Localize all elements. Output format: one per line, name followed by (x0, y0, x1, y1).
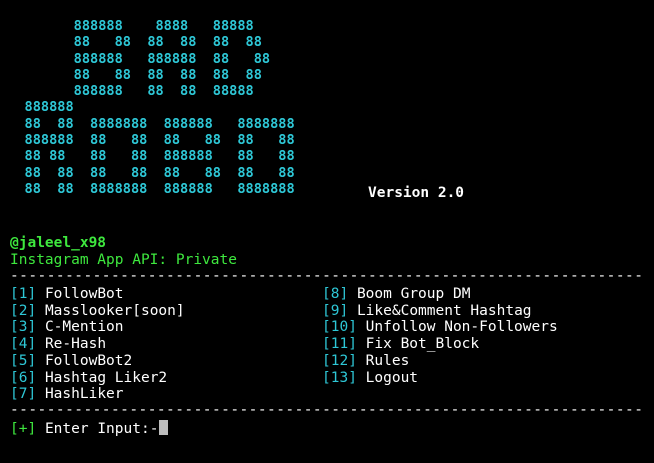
banner-line: 88 88 8888888 888888 8888888 (0, 180, 295, 197)
menu-item-label: Like&Comment Hashtag (356, 302, 532, 319)
menu-item-label: Re-Hash (44, 336, 107, 353)
menu-item-re-hash: [4] Re-Hash (10, 336, 185, 353)
banner-line: 888888 888888 88 88 (0, 50, 271, 67)
menu-item-number: [4] (10, 336, 37, 353)
api-id-label: Instagram App API: Private (10, 252, 237, 268)
banner-line: 88 88 88 88 888888 88 88 (0, 148, 295, 165)
menu-item-followbot: [1] FollowBot (10, 286, 185, 303)
menu-item-label: FollowBot2 (44, 352, 133, 369)
terminal-window: 888888 8888 88888 88 88 88 88 88 88 8888… (0, 0, 654, 463)
menu-item-number: [8] (322, 286, 349, 302)
menu-item-number: [5] (10, 352, 37, 369)
banner-line: 888888 88 88 88888 (0, 83, 254, 100)
author-handle: @jaleel_x98 (10, 235, 107, 251)
menu-column-right: [8] Boom Group DM [9] Like&Comment Hasht… (322, 286, 558, 386)
menu-item-number: [12] (322, 352, 357, 369)
menu-item-number: [13] (322, 369, 357, 386)
version-label: Version 2.0 (368, 185, 465, 201)
banner-line: 888888 (0, 99, 74, 116)
menu-item-label: Hashtag Liker2 (44, 369, 168, 386)
ascii-banner: 888888 8888 88888 88 88 88 88 88 88 8888… (0, 18, 295, 197)
text-cursor[interactable] (159, 420, 169, 435)
menu-item-label: HashLiker (44, 386, 124, 403)
banner-line: 88 88 88 88 88 88 (0, 34, 262, 51)
separator-top: ----------------------------------------… (10, 268, 644, 284)
menu-column-left: [1] FollowBot [2] Masslooker[soon] [3] C… (10, 286, 185, 403)
menu-item-followbot2: [5] FollowBot2 (10, 353, 185, 370)
menu-item-boom-group-dm: [8] Boom Group DM (322, 286, 558, 303)
menu-item-label: Unfollow Non-Followers (365, 319, 558, 336)
menu-item-number: [10] (322, 319, 357, 336)
menu-item-rules: [12] Rules (322, 353, 558, 370)
menu-item-label: Logout (365, 369, 419, 386)
menu-item-c-mention: [3] C-Mention (10, 319, 185, 336)
banner-line: 88 88 88 88 88 88 88 88 (0, 164, 295, 181)
menu-item-number: [7] (10, 386, 37, 403)
prompt-marker: [+] (10, 421, 37, 437)
menu-item-label: FollowBot (44, 286, 124, 302)
menu-item-number: [11] (322, 336, 357, 353)
menu-item-number: [1] (10, 286, 37, 302)
menu-item-label: Boom Group DM (356, 286, 471, 302)
banner-line: 88 88 8888888 888888 8888888 (0, 115, 295, 132)
menu-item-label: C-Mention (44, 319, 124, 336)
menu-item-masslooker: [2] Masslooker[soon] (10, 303, 185, 320)
menu-item-label: Fix Bot_Block (365, 336, 480, 353)
menu-item-label: Masslooker[soon] (44, 302, 185, 319)
menu-item-fix-bot-block: [11] Fix Bot_Block (322, 336, 558, 353)
banner-line: 888888 8888 88888 (0, 18, 254, 34)
menu-item-number: [6] (10, 369, 37, 386)
menu-item-hashtag-liker2: [6] Hashtag Liker2 (10, 370, 185, 387)
menu-item-logout: [13] Logout (322, 370, 558, 387)
separator-bottom: ----------------------------------------… (10, 402, 644, 418)
menu-item-hashliker: [7] HashLiker (10, 386, 185, 403)
banner-line: 888888 88 88 88 88 88 88 (0, 132, 295, 149)
input-prompt[interactable]: [+] Enter Input:- (10, 420, 169, 438)
menu-item-number: [2] (10, 302, 37, 319)
menu-item-number: [3] (10, 319, 37, 336)
menu-item-number: [9] (322, 302, 349, 319)
menu-item-label: Rules (365, 352, 410, 369)
menu-item-like-comment-hashtag: [9] Like&Comment Hashtag (322, 303, 558, 320)
prompt-text: Enter Input:- (44, 421, 159, 437)
menu-item-unfollow-non-followers: [10] Unfollow Non-Followers (322, 319, 558, 336)
banner-line: 88 88 88 88 88 88 (0, 66, 262, 83)
